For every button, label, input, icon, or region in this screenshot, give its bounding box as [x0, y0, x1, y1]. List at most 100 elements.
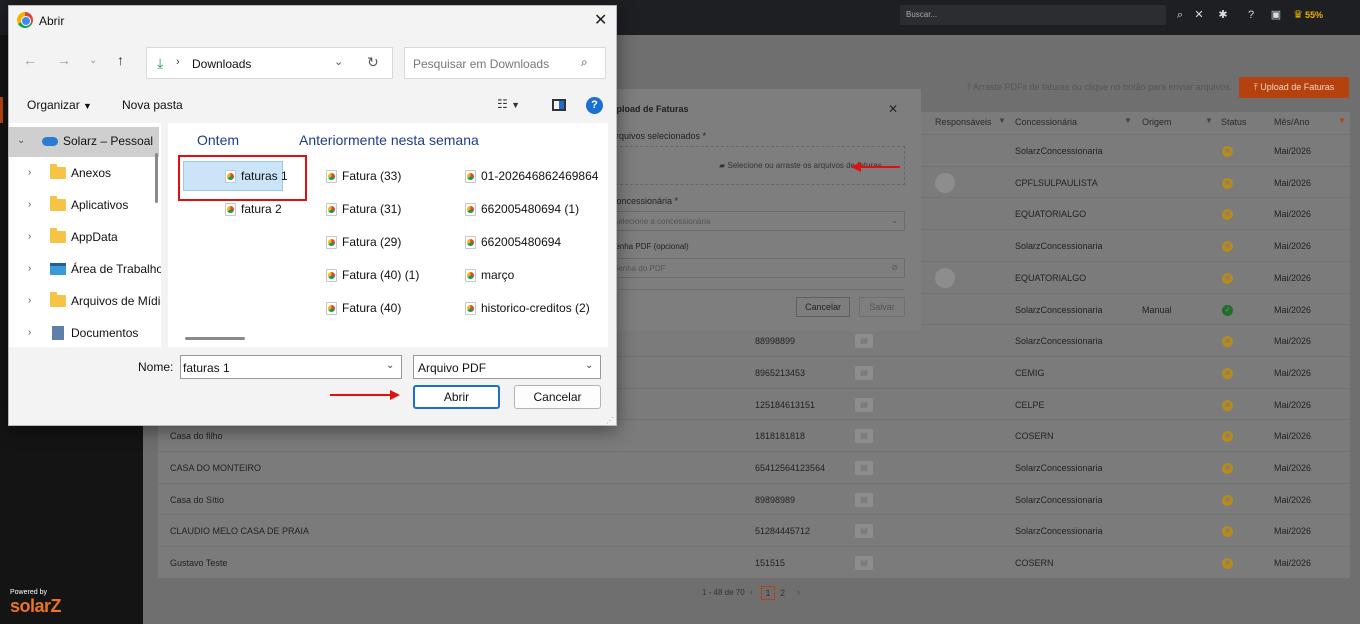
chrome-pdf-icon — [225, 170, 236, 183]
chrome-pdf-icon — [326, 203, 337, 216]
file-name: Fatura (40) — [342, 301, 402, 315]
chevron-right-icon[interactable]: › — [28, 199, 31, 210]
help-icon[interactable]: ? — [1244, 8, 1258, 22]
search-icon: ⌕ — [581, 55, 588, 69]
tree-item[interactable]: ⌄ Solarz – Pessoal — [9, 127, 159, 157]
close-icon[interactable]: ✕ — [888, 102, 898, 116]
tree-item[interactable]: › Documentos — [9, 319, 159, 347]
page-2-button[interactable]: 2 — [780, 588, 785, 598]
close-icon[interactable]: ✕ — [594, 10, 607, 30]
group-header-yesterday[interactable]: Ontem — [197, 132, 239, 148]
chevron-down-icon[interactable]: ⌄ — [17, 135, 25, 146]
filter-icon[interactable]: ▼ — [1124, 116, 1132, 125]
back-arrow-icon[interactable]: ← — [23, 52, 37, 68]
global-search-input[interactable]: Buscar... — [900, 5, 1166, 25]
month-cell: Mai/2026 — [1274, 463, 1312, 473]
upload-hint: ⤒ Arraste PDFs de faturas ou clique no b… — [967, 82, 1233, 92]
folder-search-input[interactable]: Pesquisar em Downloads ⌕ — [404, 47, 606, 79]
password-input[interactable]: Senha do PDF ⊘ — [610, 258, 905, 278]
table-row[interactable]: Casa do Sítio 89898989 ▤ SolarzConcessionar… — [158, 482, 1350, 515]
file-type-value: Arquivo PDF — [418, 361, 487, 375]
dialog-titlebar[interactable]: Abrir ✕ — [9, 6, 616, 36]
status-error-icon: ✕ — [1222, 336, 1233, 348]
trophy-icon[interactable]: ♛ — [1291, 8, 1305, 22]
organize-label: Organizar — [27, 98, 80, 112]
table-row[interactable]: Gustavo Teste 151515 ▤ COSERN ✕ Mai/2026 — [158, 546, 1350, 578]
eye-off-icon[interactable]: ⊘ — [891, 263, 898, 272]
new-folder-button[interactable]: Nova pasta — [122, 98, 183, 112]
filename-input[interactable]: faturas 1 ⌄ — [180, 355, 402, 379]
header-responsaveis[interactable]: Responsáveis — [935, 112, 992, 132]
chevron-right-icon[interactable]: › — [28, 295, 31, 306]
table-row[interactable]: CLAUDIO MELO CASA DE PRAIA 51284445712 ▤ So… — [158, 514, 1350, 546]
chevron-right-icon[interactable]: › — [28, 327, 31, 338]
horizontal-scrollbar[interactable] — [185, 337, 245, 340]
help-icon[interactable]: ? — [586, 97, 603, 114]
settings-icon[interactable]: ✱ — [1216, 8, 1230, 22]
modal-cancel-button[interactable]: Cancelar — [796, 297, 850, 317]
organize-button[interactable]: Organizar ▼ — [27, 98, 92, 112]
search-icon[interactable]: ⌕ — [1173, 8, 1187, 22]
invoice-icon[interactable]: ▤ — [855, 334, 873, 349]
preview-pane-icon[interactable] — [552, 99, 566, 111]
invoice-icon[interactable]: ▤ — [855, 429, 873, 444]
filter-icon[interactable]: ▼ — [998, 116, 1006, 125]
upload-hint-text: Arraste PDFs de faturas ou clique no bot… — [972, 82, 1233, 92]
header-mes-ano[interactable]: Mês/Ano — [1274, 112, 1310, 132]
invoice-icon[interactable]: ▤ — [855, 556, 873, 571]
invoice-icon[interactable]: ▤ — [855, 397, 873, 412]
next-page-icon[interactable]: › — [797, 587, 800, 597]
group-header-earlier[interactable]: Anteriormente nesta semana — [299, 132, 479, 148]
address-bar[interactable]: ⤓ › Downloads ⌄ ↻ — [146, 47, 393, 79]
cancel-button[interactable]: Cancelar — [514, 385, 601, 409]
status-error-icon: ✕ — [1222, 177, 1233, 189]
file-list: Ontem Anteriormente nesta semana faturas… — [168, 123, 608, 347]
unit-number: 125184613151 — [755, 399, 816, 410]
up-arrow-icon[interactable]: ↑ — [117, 52, 124, 68]
tree-scrollbar[interactable] — [155, 153, 158, 203]
navigation-bar: ← → ⌄ ↑ ⤓ › Downloads ⌄ ↻ Pesquisar em D… — [9, 44, 616, 79]
prev-page-icon[interactable]: ‹ — [750, 587, 753, 597]
invoice-icon[interactable]: ▤ — [855, 461, 873, 475]
chevron-down-icon[interactable]: ⌄ — [334, 55, 343, 68]
concessionaria-select[interactable]: Selecione a concessionária ⌄ — [610, 211, 905, 231]
status-error-icon: ✕ — [1222, 209, 1233, 221]
tree-item-label: Anexos — [71, 166, 112, 180]
tree-item[interactable]: › Aplicativos — [9, 191, 159, 221]
concessionaria-cell: SolarzConcessionaria — [1015, 526, 1103, 537]
tree-item[interactable]: › AppData — [9, 223, 159, 253]
upload-invoices-button[interactable]: ⤒ Upload de Faturas — [1239, 77, 1349, 98]
modal-title: Upload de Faturas — [610, 104, 689, 114]
sidebar-active-indicator — [0, 97, 3, 123]
header-status[interactable]: Status — [1221, 112, 1247, 132]
invoice-icon[interactable]: ▤ — [855, 492, 873, 507]
refresh-icon[interactable]: ↻ — [367, 54, 379, 71]
header-origem[interactable]: Origem — [1142, 112, 1172, 132]
recent-locations-icon[interactable]: ⌄ — [89, 55, 97, 66]
table-row[interactable]: CASA DO MONTEIRO 65412564123564 ▤ SolarzCon… — [158, 451, 1350, 483]
header-concessionaria[interactable]: Concessionária — [1015, 112, 1077, 132]
forward-arrow-icon[interactable]: → — [57, 52, 71, 68]
modal-save-button[interactable]: Salvar — [859, 297, 905, 317]
tree-item[interactable]: › Anexos — [9, 159, 159, 189]
filter-icon[interactable]: ▼ — [1205, 116, 1213, 125]
chevron-down-icon[interactable]: ⌄ — [386, 360, 394, 371]
invoice-icon[interactable]: ▤ — [855, 524, 873, 539]
clipboard-icon[interactable]: ▣ — [1269, 8, 1283, 22]
tree-item[interactable]: › Arquivos de Mídia — [9, 287, 161, 317]
page-1-button[interactable]: 1 — [761, 586, 775, 600]
chevron-right-icon[interactable]: › — [28, 263, 31, 274]
caret-down-icon: ▼ — [83, 101, 92, 111]
month-cell: Mai/2026 — [1274, 494, 1312, 505]
chevron-right-icon[interactable]: › — [28, 231, 31, 242]
resize-grip-icon[interactable]: ⋰ — [606, 416, 614, 425]
file-type-select[interactable]: Arquivo PDF ⌄ — [413, 355, 601, 379]
notifications-off-icon[interactable]: ✕ — [1192, 8, 1206, 22]
chevron-right-icon[interactable]: › — [28, 167, 31, 178]
view-options-button[interactable]: ☷ ▼ — [497, 97, 520, 111]
invoice-icon[interactable]: ▤ — [855, 365, 873, 380]
filter-active-icon[interactable]: ▼ — [1338, 116, 1346, 125]
open-button[interactable]: Abrir — [413, 385, 500, 409]
tree-item[interactable]: › Área de Trabalho — [9, 255, 161, 285]
annotation-arrowhead — [851, 162, 861, 172]
